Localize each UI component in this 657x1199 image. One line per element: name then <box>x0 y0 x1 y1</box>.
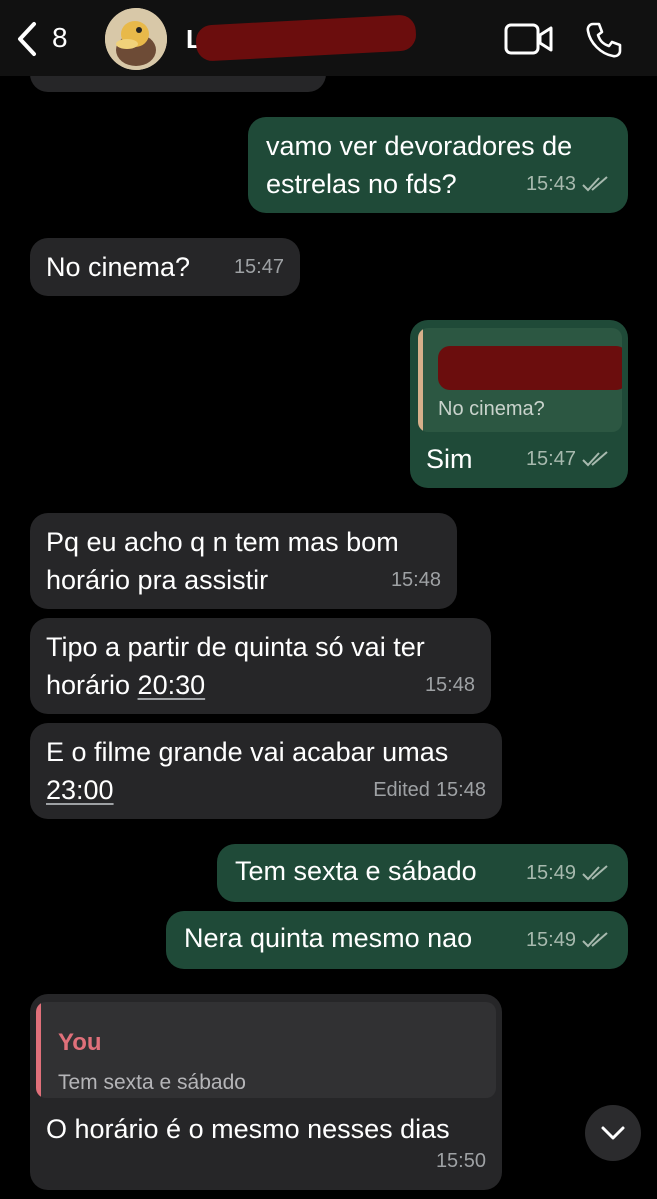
message-meta: 15:47 <box>526 440 612 478</box>
quoted-message[interactable]: No cinema? <box>418 328 622 432</box>
contact-avatar[interactable] <box>105 8 167 70</box>
message-text: Sim <box>426 444 473 474</box>
message-text: Pq eu acho q n tem mas bom horário pra as… <box>46 527 399 595</box>
message-text: Tem sexta e sábado <box>235 856 477 886</box>
message-bubble-outgoing[interactable]: No cinema? Sim 15:47 <box>410 320 628 488</box>
message-meta: 15:43 <box>526 165 612 203</box>
quoted-message[interactable]: You Tem sexta e sábado <box>36 1002 496 1098</box>
back-chevron-icon[interactable] <box>14 20 40 58</box>
message-time: 15:43 <box>525 173 576 195</box>
message-time: 15:49 <box>525 929 576 951</box>
message-meta: 15:49 <box>526 921 612 959</box>
message-bubble-outgoing[interactable]: Tem sexta e sábado 15:49 <box>217 844 628 902</box>
message-time: 15:48 <box>390 569 441 591</box>
double-check-icon <box>582 176 608 192</box>
message-bubble-incoming[interactable]: E o filme grande vai acabar umas 23:00 Ed… <box>30 723 502 819</box>
video-icon[interactable] <box>504 22 554 56</box>
phone-icon[interactable] <box>584 20 624 60</box>
message-time: 15:47 <box>525 448 576 470</box>
double-check-icon <box>582 865 608 881</box>
quoted-text: No cinema? <box>438 398 545 420</box>
message-meta: 15:48 <box>391 561 441 599</box>
double-check-icon <box>582 451 608 467</box>
message-time: 15:48 <box>435 779 486 801</box>
scroll-down-button[interactable] <box>585 1105 641 1161</box>
message-time: 15:48 <box>424 674 475 696</box>
double-check-icon <box>582 932 608 948</box>
message-bubble-outgoing[interactable]: Nera quinta mesmo nao 15:49 <box>166 911 628 969</box>
message-time: 15:50 <box>435 1150 486 1172</box>
message-text: O horário é o mesmo nesses dias <box>46 1114 450 1144</box>
message-meta: 15:48 <box>425 666 475 704</box>
redaction-mark <box>195 14 417 62</box>
message-bubble-incoming[interactable]: Pq eu acho q n tem mas bom horário pra as… <box>30 513 457 609</box>
message-bubble-incoming[interactable]: You Tem sexta e sábado O horário é o mes… <box>30 994 502 1190</box>
chevron-down-icon <box>601 1126 625 1140</box>
time-link[interactable]: 20:30 <box>138 670 206 700</box>
message-time: 15:49 <box>525 862 576 884</box>
message-meta: 15:49 <box>526 854 612 892</box>
message-meta: 15:47 <box>234 248 284 286</box>
quote-author: You <box>58 1029 102 1056</box>
redaction-mark <box>438 346 622 390</box>
message-bubble-incoming[interactable]: No cinema? 15:47 <box>30 238 300 296</box>
message-time: 15:47 <box>233 256 284 278</box>
time-link[interactable]: 23:00 <box>46 775 114 805</box>
message-bubble-incoming[interactable]: Tipo a partir de quinta só vai ter horári… <box>30 618 491 714</box>
quoted-text: Tem sexta e sábado <box>58 1071 246 1094</box>
message-meta: Edited 15:48 <box>373 771 486 809</box>
message-text: No cinema? <box>46 252 191 282</box>
duck-avatar-icon <box>105 8 167 70</box>
chat-header: 8 L <box>0 0 657 76</box>
edited-label: Edited <box>373 779 430 801</box>
message-meta: 15:50 <box>436 1142 486 1180</box>
unread-count[interactable]: 8 <box>52 22 68 54</box>
message-text: Tipo a partir de quinta só vai ter horári… <box>46 632 425 700</box>
message-text: Nera quinta mesmo nao <box>184 923 473 953</box>
message-bubble-outgoing[interactable]: vamo ver devoradores de estrelas no fds? … <box>248 117 628 213</box>
